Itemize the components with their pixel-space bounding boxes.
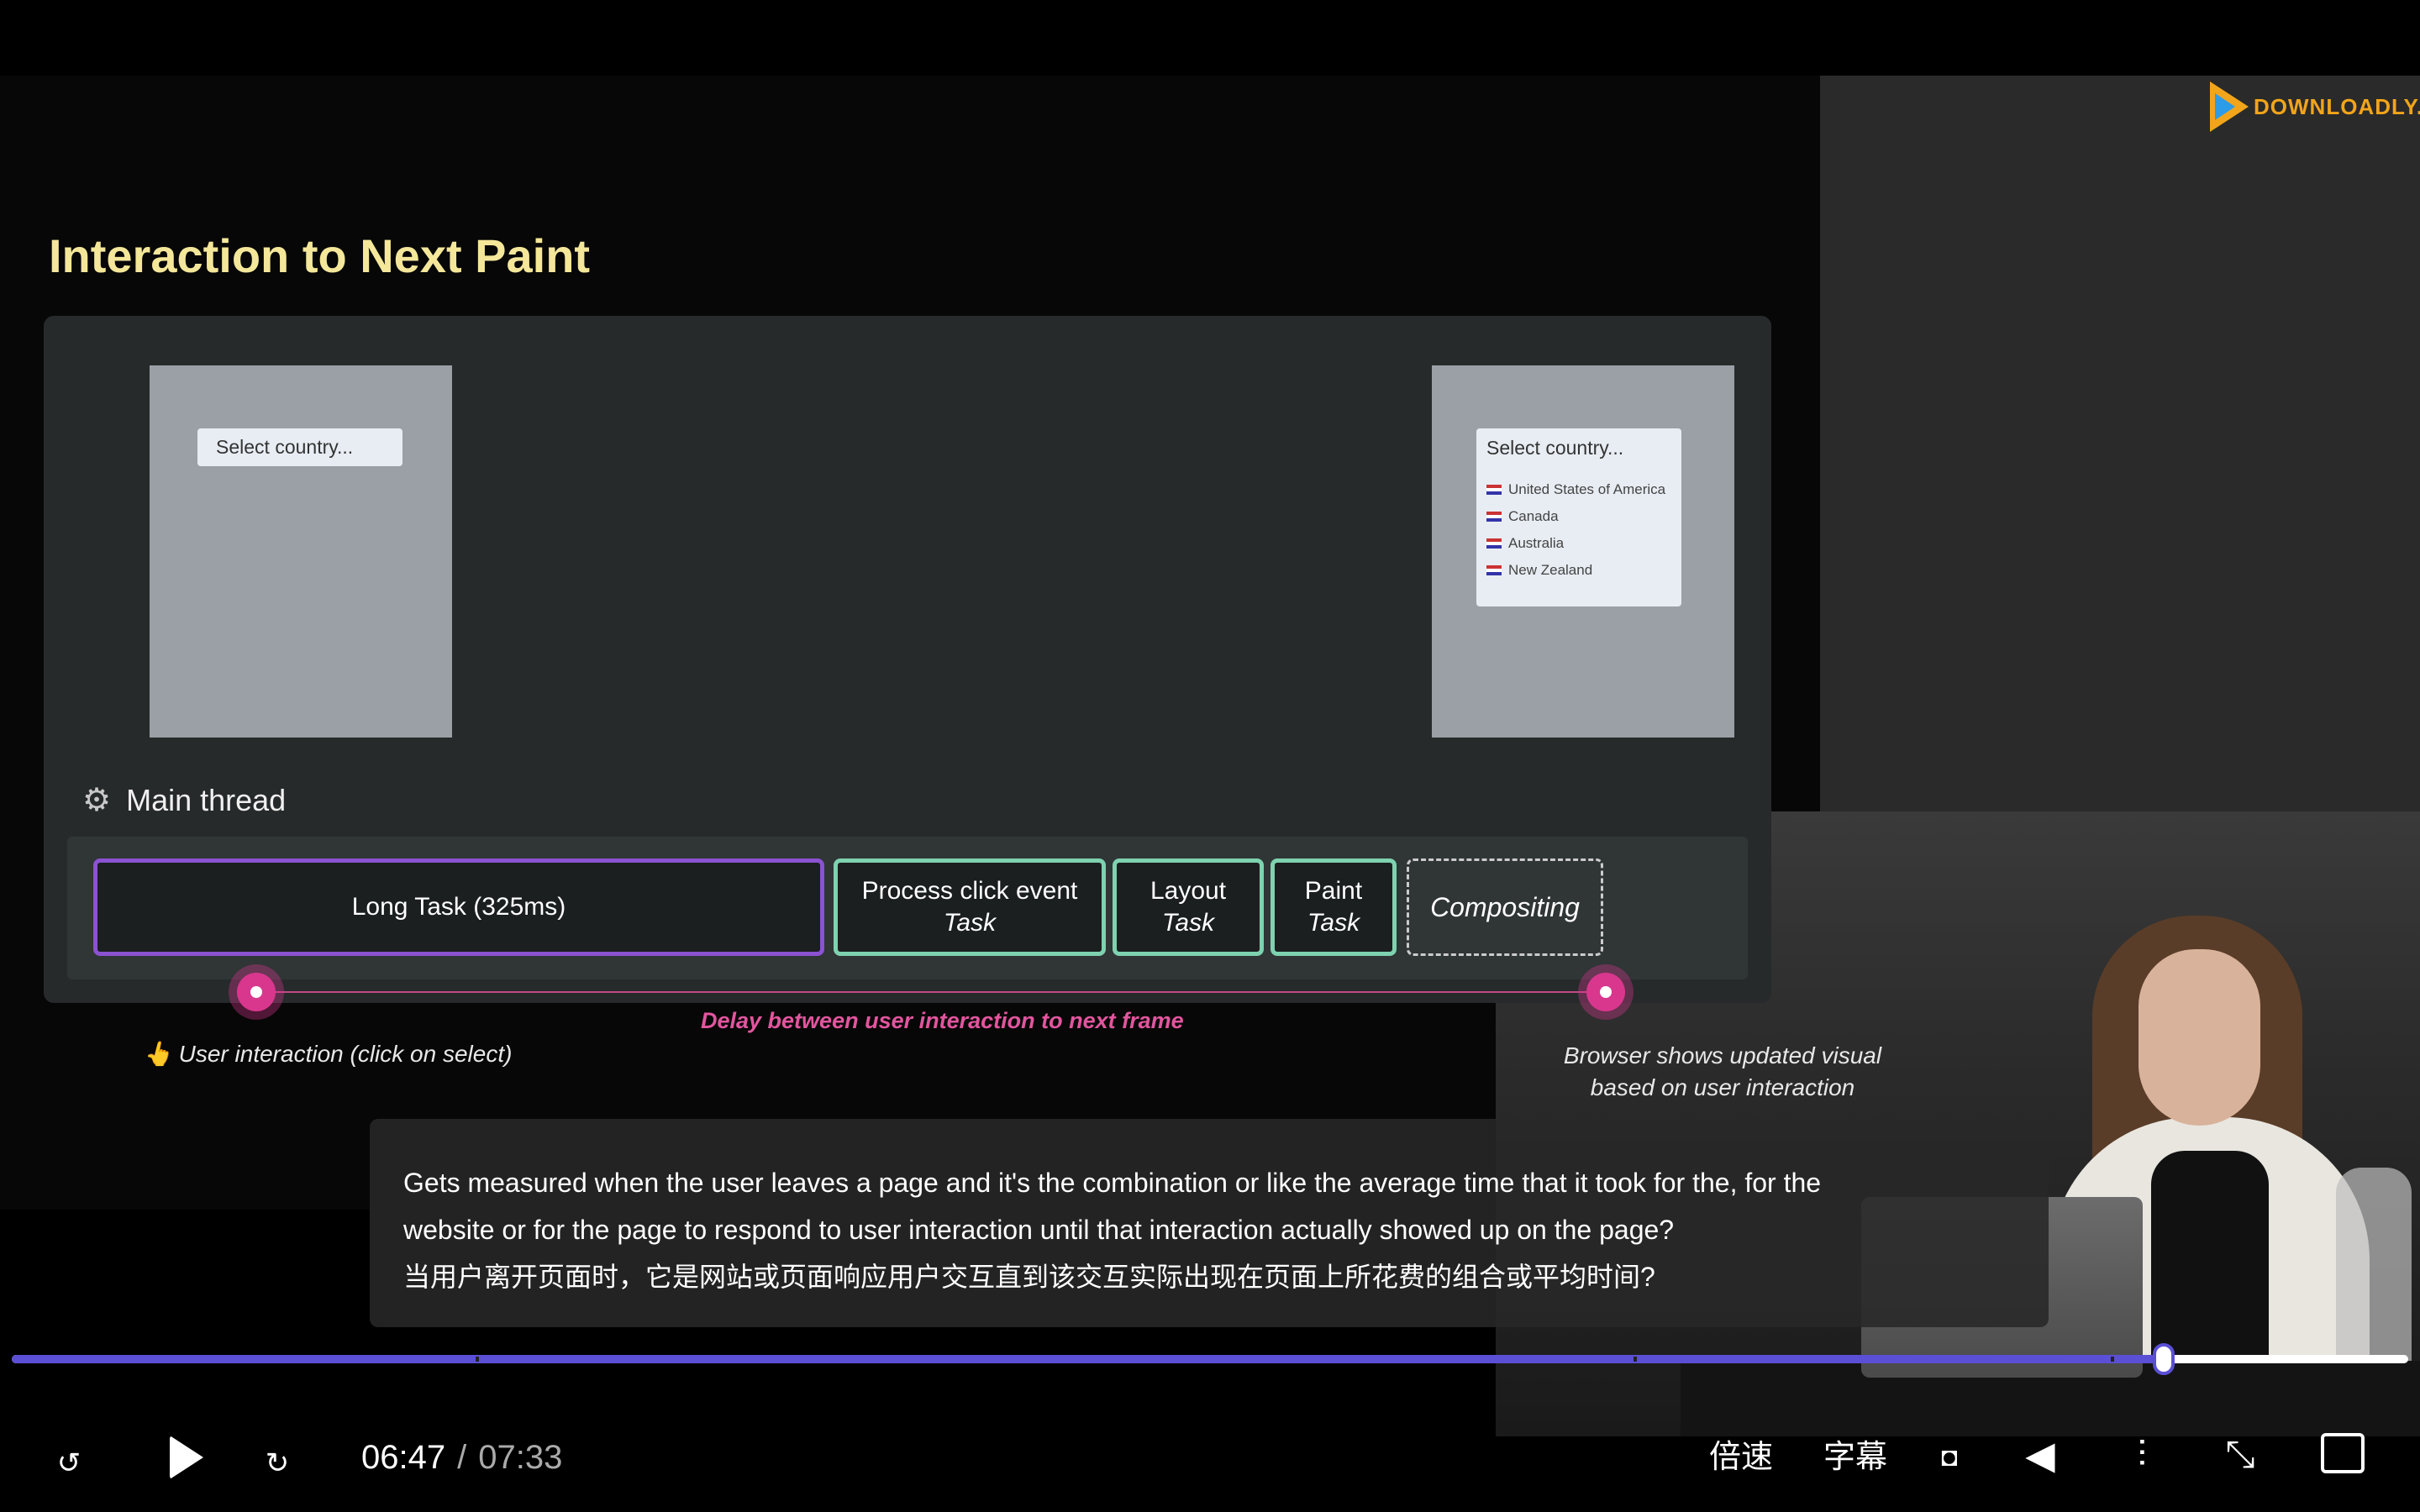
country-option: New Zealand — [1486, 557, 1671, 584]
long-task-block: Long Task (325ms) — [93, 858, 824, 956]
chapter-marker — [476, 1357, 479, 1362]
country-select-open: Select country... United States of Ameri… — [1476, 428, 1681, 606]
speaker-face — [2139, 949, 2260, 1126]
playback-speed-button[interactable]: 倍速 — [1709, 1428, 1773, 1487]
user-interaction-label: 👆 User interaction (click on select) — [143, 1041, 513, 1067]
slide-title: Interaction to Next Paint — [49, 229, 591, 282]
compositing-task: Compositing — [1407, 858, 1603, 956]
paint-task: Paint Task — [1270, 858, 1397, 956]
rewind-icon[interactable]: ↺ — [49, 1443, 89, 1483]
video-frame[interactable]: DOWNLOADLY.IR Interaction to Next Paint … — [0, 0, 2420, 1512]
equalizer-settings-icon[interactable]: ⫶ — [2121, 1430, 2163, 1480]
time-display: 06:47 / 07:33 — [361, 1428, 562, 1487]
player-controls: ↺ ↻ 06:47 / 07:33 倍速 字幕 ◘ ◀ ⫶ ⤡ — [0, 1394, 2420, 1495]
country-option: Canada — [1486, 503, 1671, 530]
browser-updated-label: Browser shows updated visual based on us… — [1563, 1042, 1882, 1100]
flag-icon — [1486, 538, 1502, 549]
delay-timeline — [256, 991, 1606, 993]
select-placeholder: Select country... — [1486, 437, 1624, 459]
country-option: Australia — [1486, 530, 1671, 557]
chapter-marker — [1634, 1357, 1637, 1362]
main-thread-label: ⚙ Main thread — [82, 782, 287, 819]
interaction-marker — [237, 973, 276, 1011]
exit-fullscreen-icon[interactable]: ⤡ — [2217, 1430, 2264, 1480]
phone-mockup-before — [150, 365, 452, 738]
subtitle-caption: Gets measured when the user leaves a pag… — [370, 1119, 2049, 1327]
caption-line: website or for the page to respond to us… — [403, 1215, 1675, 1245]
seek-thumb[interactable] — [2153, 1343, 2175, 1375]
caption-line-translation: 当用户离开页面时，它是网站或页面响应用户交互直到该交互实际出现在页面上所花费的组… — [403, 1262, 1655, 1292]
paint-marker — [1586, 973, 1625, 1011]
volume-icon[interactable]: ◀ — [2017, 1430, 2064, 1480]
picture-in-picture-icon[interactable] — [2321, 1433, 2365, 1473]
caption-line: Gets measured when the user leaves a pag… — [403, 1168, 1822, 1198]
play-button[interactable] — [161, 1428, 212, 1487]
flag-icon — [1486, 485, 1502, 495]
process-click-task: Process click event Task — [834, 858, 1106, 956]
time-separator: / — [457, 1439, 467, 1476]
forward-icon[interactable]: ↻ — [257, 1443, 297, 1483]
layout-task: Layout Task — [1113, 858, 1264, 956]
country-select-closed: Select country... — [197, 428, 402, 466]
flag-icon — [1486, 565, 1502, 575]
duration: 07:33 — [478, 1439, 563, 1476]
play-logo-icon — [2210, 81, 2249, 132]
seek-bar-played — [12, 1355, 2165, 1363]
screenshot-camera-icon[interactable]: ◘ — [1933, 1433, 1966, 1480]
room-background — [1820, 76, 2420, 811]
subtitles-button[interactable]: 字幕 — [1823, 1428, 1887, 1487]
chapter-marker — [2111, 1357, 2114, 1362]
delay-label: Delay between user interaction to next f… — [701, 1008, 1184, 1033]
logo-text: DOWNLOADLY.IR — [2254, 93, 2420, 119]
flag-icon — [1486, 512, 1502, 522]
country-option: United States of America — [1486, 476, 1671, 503]
gear-icon: ⚙ — [82, 783, 112, 818]
seek-bar[interactable] — [12, 1355, 2408, 1363]
current-time: 06:47 — [361, 1439, 446, 1476]
watermark-logo: DOWNLOADLY.IR — [2210, 81, 2420, 133]
